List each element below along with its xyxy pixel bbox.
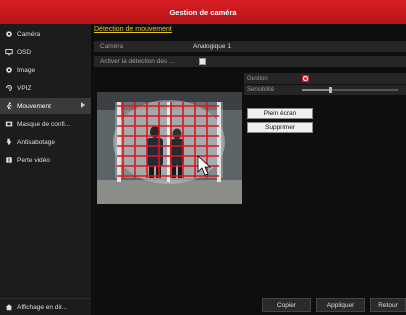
- home-icon: [4, 302, 14, 312]
- settings-icon[interactable]: [302, 75, 309, 82]
- sensitivity-slider[interactable]: [302, 87, 398, 93]
- live-view-label: Affichage en dir...: [17, 303, 68, 311]
- sidebar-item-label: VPIZ: [17, 84, 32, 92]
- tab-motion-detection[interactable]: Détection de mouvement: [94, 26, 172, 33]
- enable-label: Activer la détection des ...: [100, 58, 175, 65]
- sidebar: Caméra OSD Image VPIZ Mouvement Masque d…: [0, 24, 91, 315]
- sensitivity-slider-fill: [302, 89, 331, 91]
- main-panel: Détection de mouvement Caméra Analogique…: [91, 24, 406, 315]
- sidebar-item-tamper[interactable]: Antisabotage: [0, 134, 91, 150]
- tamper-icon: [4, 137, 14, 147]
- sidebar-item-camera[interactable]: Caméra: [0, 26, 91, 42]
- camera-icon: [4, 29, 14, 39]
- sensitivity-row: Sensibilité: [244, 85, 406, 95]
- enable-row: Activer la détection des ...: [94, 56, 406, 67]
- title-bar: Gestion de caméra: [0, 0, 406, 24]
- gestion-row: Gestion: [244, 73, 406, 84]
- sensitivity-label: Sensibilité: [247, 87, 275, 93]
- sidebar-item-osd[interactable]: OSD: [0, 44, 91, 60]
- chevron-right-icon: [81, 102, 85, 108]
- ptz-icon: [4, 83, 14, 93]
- gestion-label: Gestion: [247, 75, 268, 82]
- sidebar-item-label: Mouvement: [17, 102, 51, 110]
- sidebar-item-label: Image: [17, 66, 36, 74]
- monitor-icon: [4, 47, 14, 57]
- live-view-button[interactable]: Affichage en dir...: [0, 298, 91, 315]
- motion-grid-canvas[interactable]: [97, 92, 242, 204]
- video-loss-icon: [4, 155, 14, 165]
- sidebar-item-label: OSD: [17, 48, 32, 56]
- sidebar-item-ptz[interactable]: VPIZ: [0, 80, 91, 96]
- copy-button[interactable]: Copier: [262, 298, 311, 312]
- sidebar-item-label: Masque de confi...: [17, 120, 71, 128]
- apply-button[interactable]: Appliquer: [316, 298, 365, 312]
- image-icon: [4, 65, 14, 75]
- sidebar-item-label: Caméra: [17, 30, 41, 38]
- sidebar-item-video-loss[interactable]: Perte vidéo: [0, 152, 91, 168]
- camera-select[interactable]: Analogique 1: [191, 43, 231, 50]
- delete-button[interactable]: Supprimer: [247, 122, 313, 133]
- sidebar-item-privacy-mask[interactable]: Masque de confi...: [0, 116, 91, 132]
- sidebar-item-label: Perte vidéo: [17, 156, 50, 164]
- sidebar-item-image[interactable]: Image: [0, 62, 91, 78]
- window-title: Gestion de caméra: [169, 7, 237, 17]
- video-preview[interactable]: [97, 92, 242, 204]
- fullscreen-button[interactable]: Plein écran: [247, 108, 313, 119]
- sensitivity-slider-handle[interactable]: [329, 87, 333, 93]
- mask-icon: [4, 119, 14, 129]
- camera-row: Caméra Analogique 1: [94, 41, 406, 52]
- sidebar-item-motion[interactable]: Mouvement: [0, 98, 91, 114]
- camera-label: Caméra: [100, 43, 124, 50]
- enable-checkbox[interactable]: [199, 58, 206, 65]
- back-button[interactable]: Retour: [370, 298, 406, 312]
- sidebar-item-label: Antisabotage: [17, 138, 55, 146]
- motion-icon: [4, 101, 14, 111]
